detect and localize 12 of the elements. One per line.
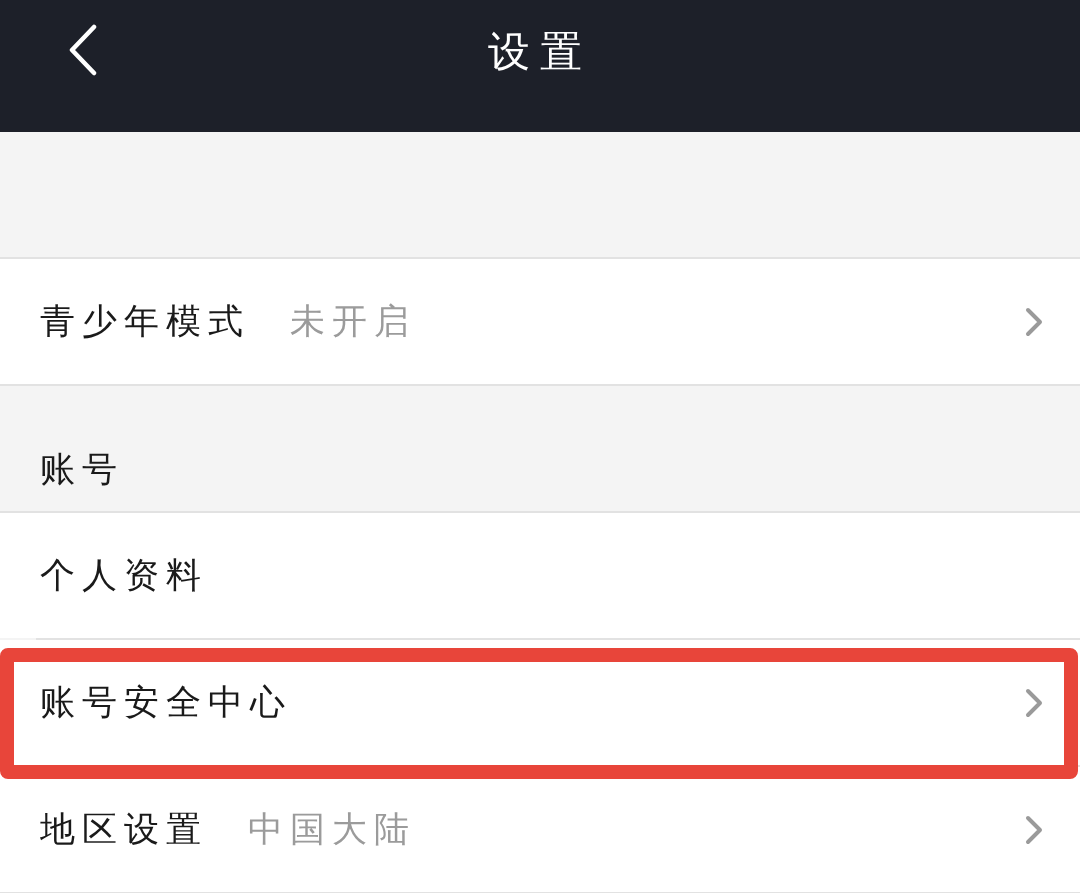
row-label: 青少年模式 [40, 300, 250, 344]
row-value: 中国大陆 [248, 808, 416, 852]
section-header: 账号 [40, 447, 124, 491]
settings-row[interactable]: 青少年模式 未开启 [0, 259, 1080, 384]
settings-row[interactable]: 地区设置 中国大陆 [0, 767, 1080, 892]
settings-row[interactable]: 个人资料 [0, 513, 1080, 638]
row-label: 个人资料 [40, 554, 208, 598]
row-value: 未开启 [290, 300, 416, 344]
row-label: 地区设置 [40, 808, 208, 852]
row-label: 账号安全中心 [40, 681, 292, 725]
back-icon[interactable] [68, 24, 98, 76]
page-title: 设置 [488, 25, 592, 78]
